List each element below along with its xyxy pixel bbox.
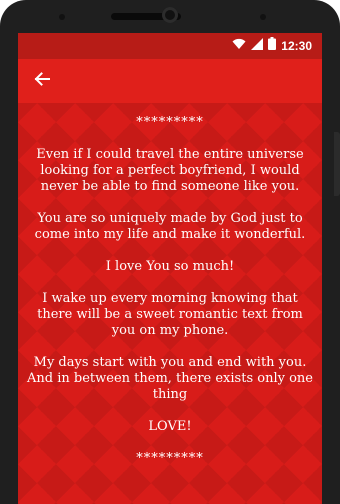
sensor-dot <box>59 14 65 20</box>
bottom-stars: ********* <box>136 451 204 466</box>
signal-icon <box>251 37 264 55</box>
message-paragraph: Even if I could travel the entire univer… <box>36 147 304 194</box>
arrow-left-icon <box>34 71 50 92</box>
status-time: 12:30 <box>281 39 312 53</box>
sensor-dot <box>260 14 266 20</box>
message-paragraph: I love You so much! <box>105 259 235 274</box>
message-paragraph: I wake up every morning knowing that the… <box>37 291 303 338</box>
battery-icon <box>268 37 277 55</box>
message-paragraph-love: LOVE! <box>148 419 192 434</box>
message-paragraph: You are so uniquely made by God just to … <box>34 211 306 242</box>
phone-frame: 12:30 ********* Even if I could travel t… <box>0 0 340 504</box>
screen: 12:30 ********* Even if I could travel t… <box>18 33 322 504</box>
wifi-icon <box>232 37 246 55</box>
status-bar: 12:30 <box>18 33 322 59</box>
message-text: ********* Even if I could travel the ent… <box>18 115 322 483</box>
front-camera <box>162 7 178 23</box>
side-button <box>334 132 340 196</box>
status-icons: 12:30 <box>232 37 312 55</box>
message-content[interactable]: ********* Even if I could travel the ent… <box>18 103 322 504</box>
message-paragraph: My days start with you and end with you.… <box>27 355 313 402</box>
back-button[interactable] <box>30 69 54 93</box>
top-stars: ********* <box>136 115 204 130</box>
app-bar <box>18 59 322 103</box>
